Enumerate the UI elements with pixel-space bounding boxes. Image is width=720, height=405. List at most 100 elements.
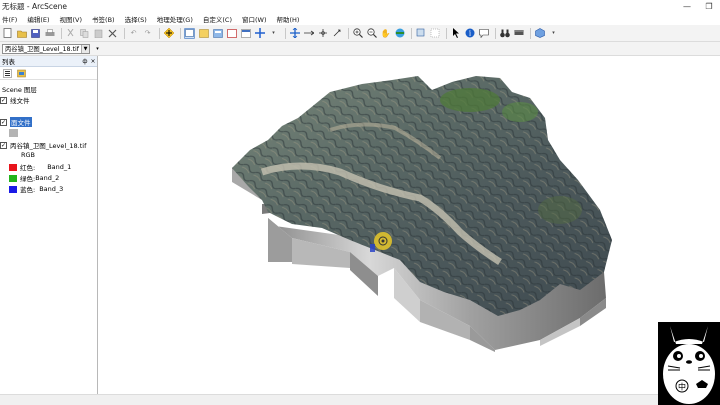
full-extent-icon[interactable] <box>394 28 405 39</box>
copy-icon[interactable] <box>79 28 90 39</box>
menu-windows[interactable]: 窗口(W) <box>242 14 267 24</box>
print-icon[interactable] <box>44 28 55 39</box>
list-by-drawing-order-icon[interactable] <box>2 68 13 79</box>
open-icon[interactable] <box>16 28 27 39</box>
close-icon[interactable]: × <box>89 58 97 65</box>
toolbar-separator <box>61 27 62 39</box>
layer-item-lines[interactable]: ✓ 线文件 <box>0 95 30 105</box>
cut-icon[interactable] <box>65 28 76 39</box>
scene-properties-icon[interactable] <box>534 28 545 39</box>
zoom-out-icon[interactable] <box>366 28 377 39</box>
toolbar-separator <box>446 27 447 39</box>
dropdown-arrow-icon[interactable]: ▾ <box>548 28 559 39</box>
polygon-swatch <box>9 129 18 137</box>
scene-view[interactable] <box>99 56 720 394</box>
scene-layers-heading: Scene 图层 <box>2 84 37 94</box>
svg-text:中: 中 <box>678 382 686 392</box>
layer-dropdown[interactable]: 丙谷镇_卫图_Level_18.tif ▼ <box>2 43 90 54</box>
toc-tools <box>0 67 97 80</box>
band-swatch <box>9 174 17 182</box>
python-icon[interactable] <box>240 28 251 39</box>
identify-icon[interactable]: i <box>464 28 475 39</box>
window-title: 无标题 - ArcScene <box>2 1 68 11</box>
toolbar-separator <box>159 27 160 39</box>
menu-customize[interactable]: 自定义(C) <box>203 14 232 24</box>
menu-selection[interactable]: 选择(S) <box>125 14 147 24</box>
toolbar-separator <box>411 27 412 39</box>
layer-item-raster[interactable]: ✓ 丙谷镇_卫图_Level_18.tif <box>0 140 86 150</box>
add-data-icon[interactable] <box>163 28 174 39</box>
toolbar-separator <box>180 27 181 39</box>
band-name: Band_2 <box>35 174 60 182</box>
layer-label: 线文件 <box>10 97 30 105</box>
editor-icon[interactable]: ▾ <box>268 28 279 39</box>
band-swatch <box>9 163 17 171</box>
title-bar: 无标题 - ArcScene — ❐ <box>0 0 720 12</box>
chevron-down-icon[interactable]: ▼ <box>81 44 89 53</box>
zoom-target-icon[interactable] <box>331 28 342 39</box>
layer-transparency-icon[interactable]: ▾ <box>92 43 103 54</box>
select-features-icon[interactable] <box>415 28 426 39</box>
band-legend-row: 绿色: Band_2 <box>9 173 59 183</box>
band-channel: 蓝色: <box>20 186 36 194</box>
paste-icon[interactable] <box>93 28 104 39</box>
layout-icon[interactable] <box>184 27 195 39</box>
find-icon[interactable] <box>499 28 510 39</box>
terrain-model <box>232 76 612 352</box>
toolbar-separator <box>348 27 349 39</box>
select-icon[interactable] <box>254 28 265 39</box>
menu-help[interactable]: 帮助(H) <box>277 14 300 24</box>
save-icon[interactable] <box>30 28 41 39</box>
toc-header: 列表 ф × <box>0 56 97 67</box>
list-by-source-icon[interactable] <box>16 68 27 79</box>
menu-file[interactable]: 件(F) <box>2 14 17 24</box>
center-icon[interactable] <box>317 28 328 39</box>
band-channel: 绿色: <box>20 175 36 183</box>
new-icon[interactable] <box>2 28 13 39</box>
menu-view[interactable]: 视图(V) <box>60 14 83 24</box>
band-channel: 红色: <box>20 164 36 172</box>
pin-icon[interactable]: ф <box>81 58 89 65</box>
menu-edit[interactable]: 编辑(E) <box>27 14 49 24</box>
undo-icon[interactable]: ↶ <box>128 28 139 39</box>
layer-label: 面文件 <box>10 117 32 127</box>
rgb-heading: RGB <box>21 151 35 159</box>
scene-layers-label: Scene 图层 <box>2 86 37 94</box>
html-popup-icon[interactable] <box>478 28 489 39</box>
zoom-in-icon[interactable] <box>352 28 363 39</box>
navigate-icon[interactable] <box>289 28 300 39</box>
clear-selection-icon[interactable] <box>429 28 440 39</box>
menu-geoprocessing[interactable]: 地理处理(G) <box>157 14 193 24</box>
toc-icon[interactable] <box>212 28 223 39</box>
measure-icon[interactable] <box>513 28 524 39</box>
pan-icon[interactable]: ✋ <box>380 28 391 39</box>
arcmap-icon[interactable] <box>226 28 237 39</box>
layer-label: 丙谷镇_卫图_Level_18.tif <box>10 142 87 150</box>
delete-icon[interactable] <box>107 28 118 39</box>
toc-title: 列表 <box>2 58 15 66</box>
band-name: Band_3 <box>39 185 64 193</box>
fly-icon[interactable] <box>303 28 314 39</box>
menu-bar: 件(F) 编辑(E) 视图(V) 书签(B) 选择(S) 地理处理(G) 自定义… <box>0 12 720 25</box>
pointer-icon[interactable] <box>450 28 461 39</box>
band-legend-row: 红色: Band_1 <box>9 162 71 172</box>
maximize-button[interactable]: ❐ <box>698 2 720 11</box>
layer-dropdown-value: 丙谷镇_卫图_Level_18.tif <box>5 46 80 53</box>
band-swatch <box>9 185 17 193</box>
catalog-icon[interactable] <box>198 28 209 39</box>
minimize-button[interactable]: — <box>676 2 698 11</box>
layer-checkbox[interactable]: ✓ <box>0 118 7 126</box>
toolbar-separator <box>285 27 286 39</box>
band-name: Band_1 <box>47 163 72 171</box>
layer-item-polygons[interactable]: ✓ 面文件 <box>0 117 32 127</box>
layer-checkbox[interactable]: ✓ <box>0 96 7 104</box>
layer-checkbox[interactable]: ✓ <box>0 141 7 149</box>
3d-effects-toolbar: 丙谷镇_卫图_Level_18.tif ▼ ▾ <box>0 42 720 56</box>
toolbar-separator <box>124 27 125 39</box>
menu-bookmarks[interactable]: 书签(B) <box>92 14 115 24</box>
polygon-legend <box>9 129 21 137</box>
standard-toolbar: ↶ ↷ ▾ ✋ i ▾ <box>0 25 720 42</box>
totoro-logo: 中 <box>658 322 720 405</box>
horizontal-scrollbar[interactable] <box>0 394 720 405</box>
redo-icon[interactable]: ↷ <box>142 28 153 39</box>
